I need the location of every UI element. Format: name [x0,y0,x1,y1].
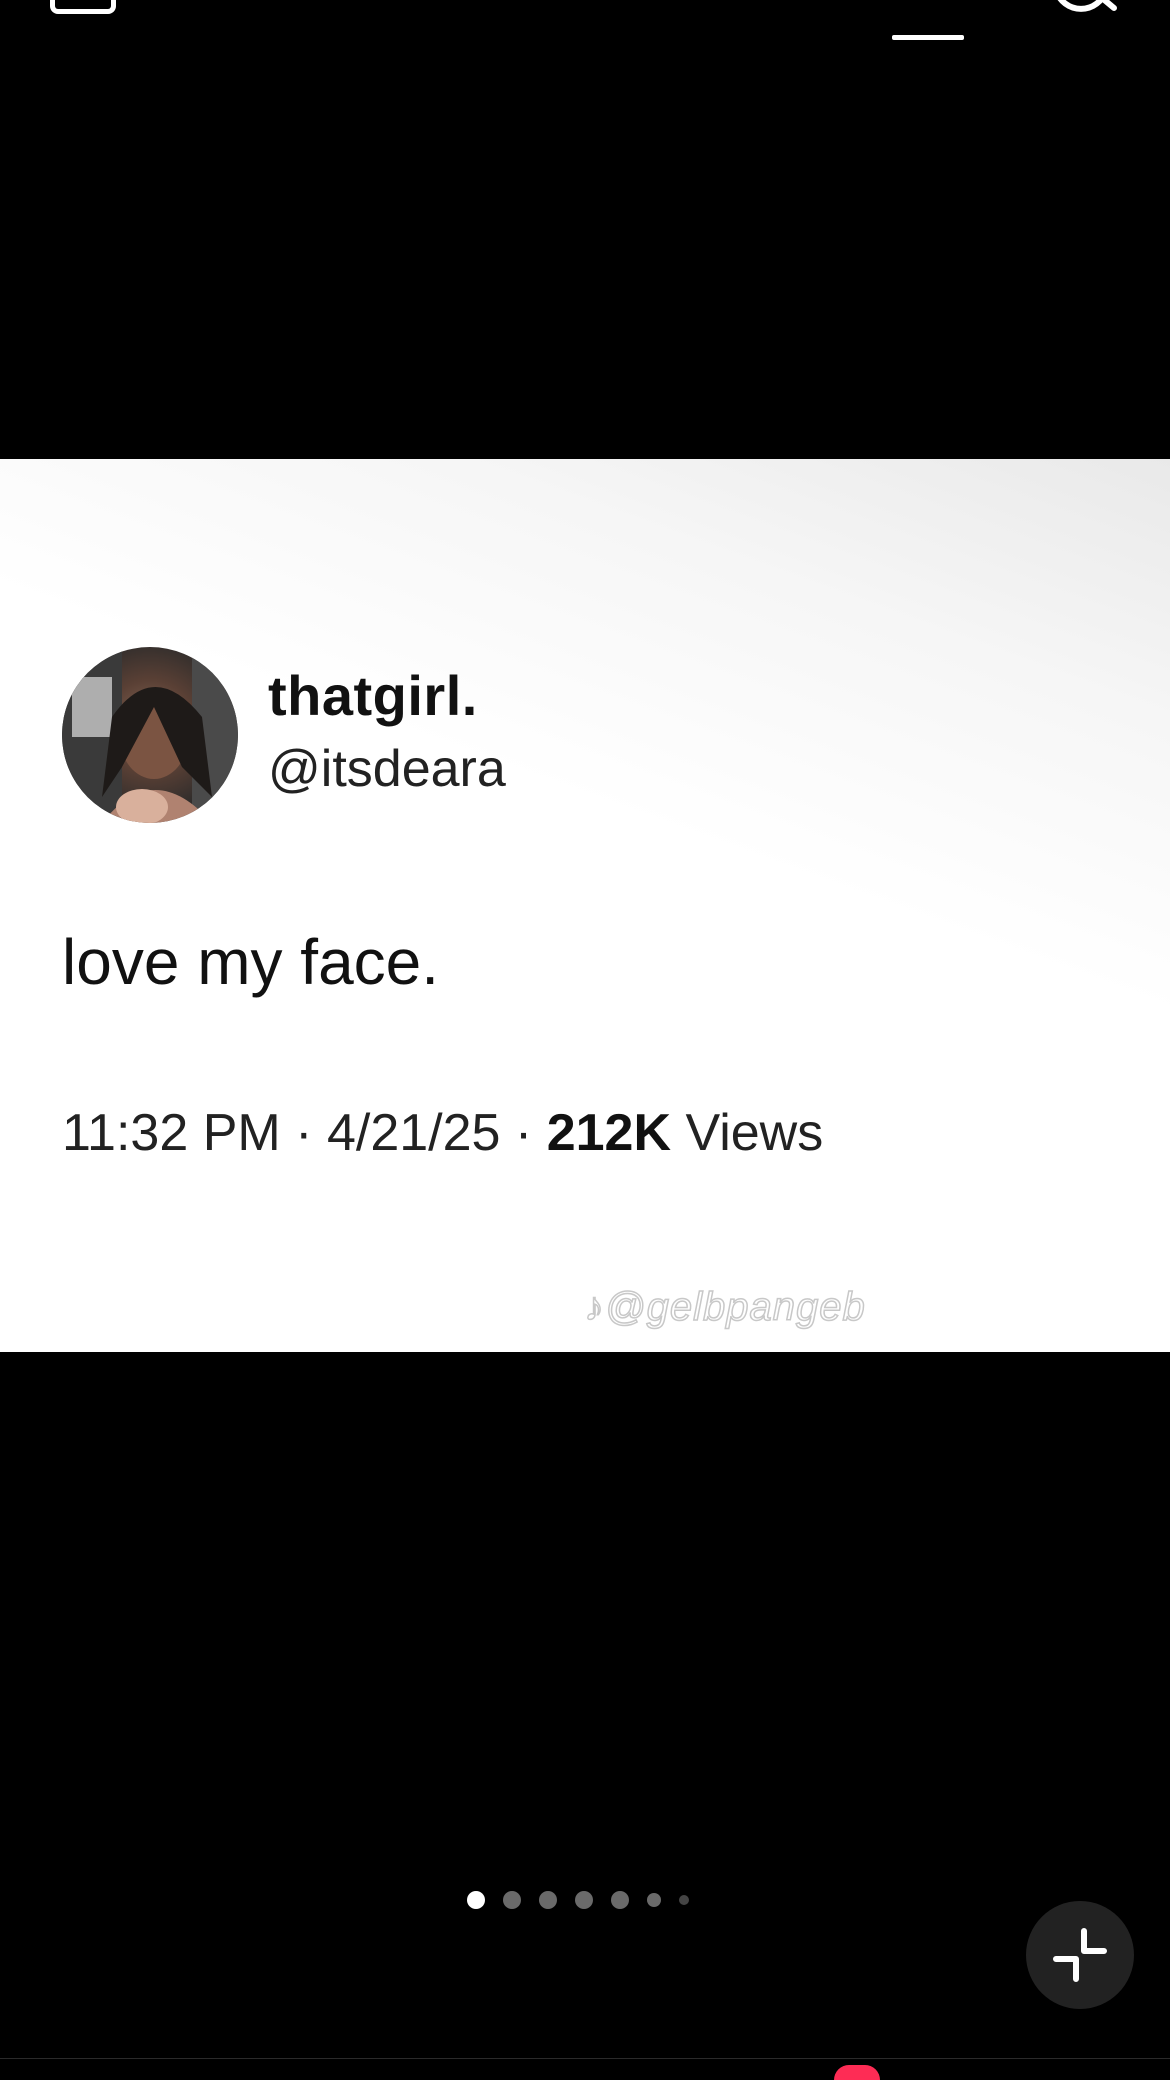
post-time: 11:32 PM [62,1104,281,1162]
handle: @itsdeara [268,740,506,798]
views-count: 212K [546,1104,671,1162]
inbox-icon[interactable] [50,0,116,14]
screen: thatgirl. @itsdeara love my face. 11:32 … [0,0,1170,2080]
bottom-nav [0,2058,1170,2080]
carousel-dot[interactable] [503,1891,521,1909]
carousel-dot[interactable] [539,1891,557,1909]
top-bar [0,0,1170,60]
carousel-dot[interactable] [611,1891,629,1909]
post-meta: 11:32 PM · 4/21/25 · 212K Views [62,1103,823,1163]
carousel-indicator [467,1891,689,1909]
separator: · [514,1104,533,1162]
post-text: love my face. [62,926,440,998]
collapse-icon [1053,1928,1107,1982]
notification-badge [834,2065,880,2080]
collapse-button[interactable] [1026,1901,1134,2009]
carousel-dot[interactable] [679,1895,689,1905]
carousel-dot-active[interactable] [467,1891,485,1909]
post-image[interactable]: thatgirl. @itsdeara love my face. 11:32 … [0,459,1170,1352]
post-date: 4/21/25 [326,1104,501,1162]
search-icon[interactable] [1050,0,1120,14]
separator: · [295,1104,313,1162]
carousel-dot[interactable] [575,1891,593,1909]
display-name: thatgirl. [268,664,478,727]
views-label: Views [685,1104,824,1162]
avatar [62,647,238,823]
watermark: ♪@gelbpangeb [583,1284,866,1330]
carousel-dot[interactable] [647,1893,661,1907]
tab-active-indicator [892,35,964,40]
